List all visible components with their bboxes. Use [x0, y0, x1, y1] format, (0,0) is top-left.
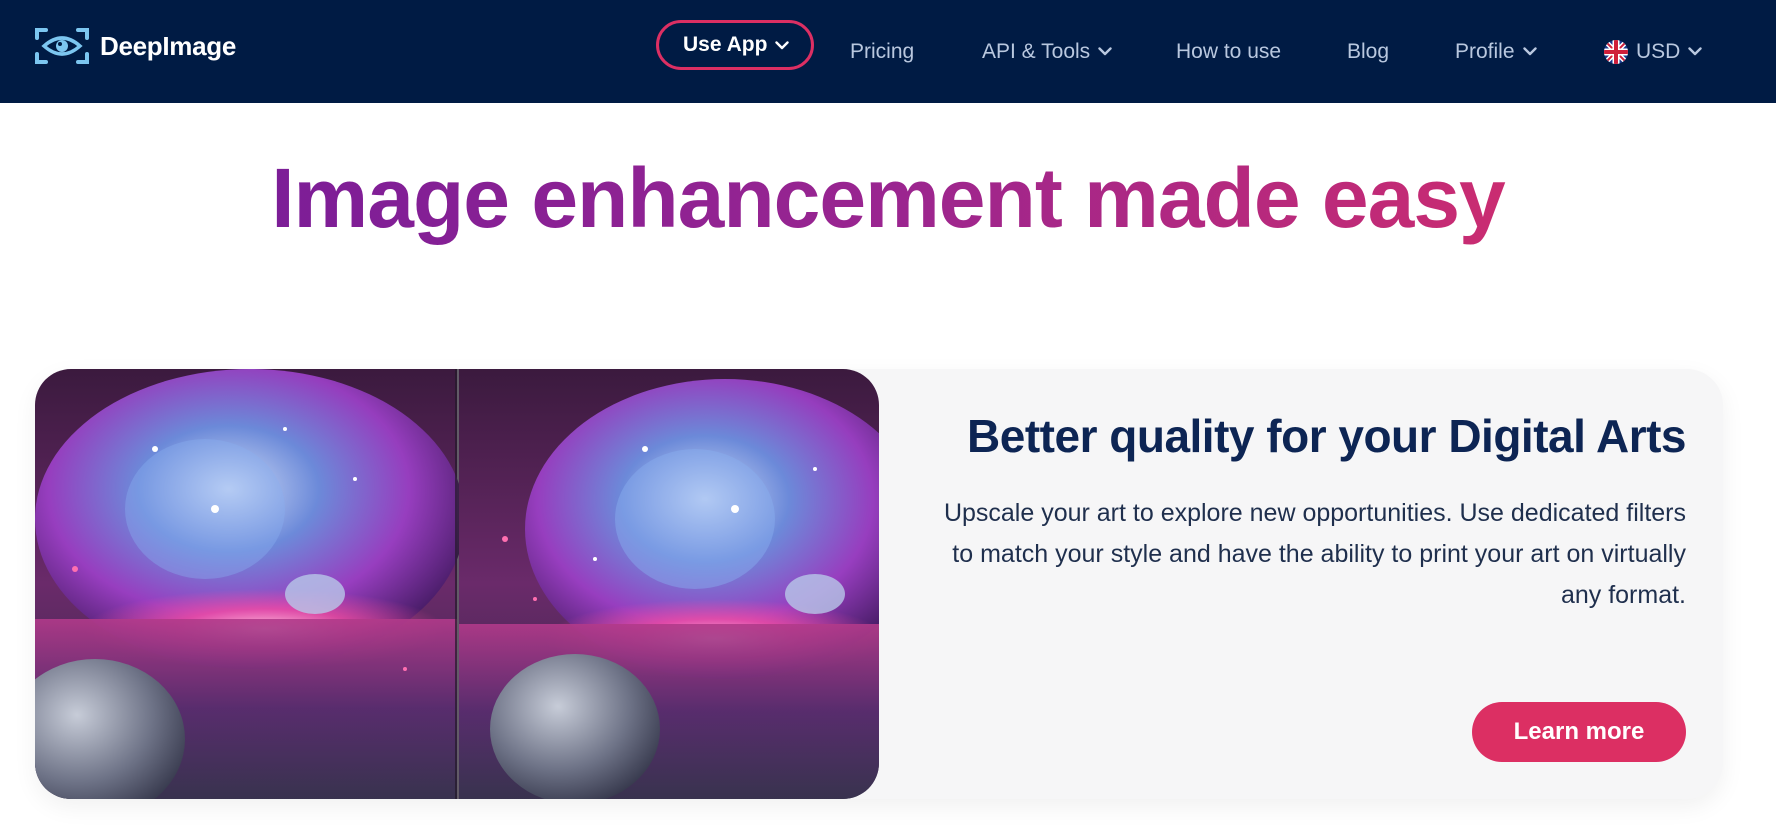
nav-pricing[interactable]: Pricing: [850, 0, 914, 103]
nav-use-app-label: Use App: [683, 33, 768, 56]
nav-how-to-use[interactable]: How to use: [1176, 0, 1281, 103]
chevron-down-icon: [1098, 47, 1112, 56]
nav-profile[interactable]: Profile: [1455, 0, 1537, 103]
uk-flag-icon: [1604, 39, 1628, 64]
nav-currency-label: USD: [1636, 39, 1681, 63]
card-title: Better quality for your Digital Arts: [967, 410, 1686, 462]
nav-use-app[interactable]: Use App: [656, 20, 815, 70]
feature-card: Better quality for your Digital Arts Ups…: [35, 369, 1723, 799]
eye-logo-icon: [35, 28, 89, 64]
chevron-down-icon: [1522, 47, 1537, 56]
nav-how-to-use-label: How to use: [1176, 39, 1282, 63]
brand-name: DeepImage: [100, 30, 237, 61]
chevron-down-icon: [775, 40, 790, 50]
nav-api-tools[interactable]: API & Tools: [982, 0, 1112, 103]
chevron-down-icon: [1688, 47, 1703, 56]
digital-art-comparison-image: [35, 369, 879, 799]
deepimage-logo[interactable]: DeepImage: [34, 26, 236, 66]
hero-title: Image enhancement made easy: [0, 150, 1776, 247]
card-description: Upscale your art to explore new opportun…: [943, 499, 1686, 609]
nav-api-tools-label: API & Tools: [982, 39, 1091, 63]
nav-profile-label: Profile: [1455, 39, 1515, 63]
nav-blog-label: Blog: [1347, 39, 1390, 63]
learn-more-button[interactable]: Learn more: [1472, 702, 1686, 762]
nav-currency-usd[interactable]: USD: [1604, 0, 1703, 103]
nav-pricing-label: Pricing: [850, 39, 915, 63]
nav-blog[interactable]: Blog: [1347, 0, 1389, 103]
top-navigation-bar: DeepImage Use App Pricing API & Tools Ho…: [0, 0, 1776, 103]
